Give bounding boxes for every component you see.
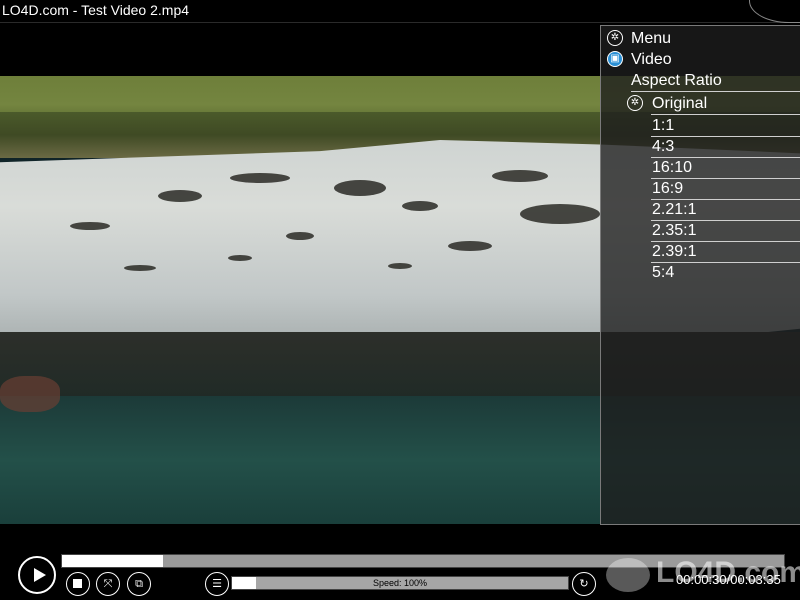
video-rocks: [0, 376, 60, 412]
seek-bar-progress: [62, 555, 164, 567]
aspect-option-label: 16:10: [652, 159, 693, 176]
aspect-option-label: 2.21:1: [652, 201, 697, 218]
aspect-option-label: 5:4: [652, 264, 675, 281]
replay-icon: ↻: [579, 577, 589, 590]
title-swoosh: [749, 0, 800, 23]
watermark-text: LO4D.com: [656, 556, 800, 589]
gear-icon: ✲: [607, 30, 623, 46]
aspect-option-2-35-1[interactable]: 2.35:1: [652, 220, 696, 241]
camera-icon: ▣: [607, 51, 623, 67]
aspect-option-label: Original: [652, 95, 708, 112]
selected-gear-icon: ✲: [627, 95, 643, 111]
screenshot-icon: ⧉: [135, 577, 143, 590]
stop-button[interactable]: [66, 572, 90, 596]
menu-separator: [631, 91, 800, 92]
watermark-globe-icon: [606, 558, 650, 592]
aspect-option-5-4[interactable]: 5:4: [652, 262, 674, 283]
equalizer-icon: ☰: [212, 577, 222, 590]
aspect-option-16-9[interactable]: 16:9: [652, 178, 683, 199]
aspect-option-label: 4:3: [652, 138, 675, 155]
aspect-option-2-21-1[interactable]: 2.21:1: [652, 199, 696, 220]
aspect-option-4-3[interactable]: 4:3: [652, 136, 674, 157]
replay-button[interactable]: ↻: [572, 572, 596, 596]
play-button[interactable]: [18, 556, 56, 594]
aspect-option-16-10[interactable]: 16:10: [652, 157, 692, 178]
aspect-option-label: 1:1: [652, 117, 675, 134]
speed-label: Speed: 100%: [372, 578, 428, 588]
stop-icon: [73, 579, 82, 588]
menu-item-aspect-ratio-label: Aspect Ratio: [631, 72, 722, 89]
screenshot-button[interactable]: ⧉: [127, 572, 151, 596]
title-bar: LO4D.com - Test Video 2.mp4: [0, 0, 800, 23]
aspect-option-label: 2.35:1: [652, 222, 697, 239]
window-title: LO4D.com - Test Video 2.mp4: [2, 2, 190, 18]
aspect-option-1-1[interactable]: 1:1: [652, 115, 674, 136]
equalizer-button[interactable]: ☰: [205, 572, 229, 596]
fullscreen-button[interactable]: ⤧: [96, 572, 120, 596]
menu-header-label: Menu: [631, 30, 672, 47]
aspect-option-2-39-1[interactable]: 2.39:1: [652, 241, 696, 262]
menu-item-aspect-ratio[interactable]: Aspect Ratio: [631, 70, 722, 91]
speed-slider[interactable]: Speed: 100%: [231, 576, 569, 590]
context-menu-panel: ✲ Menu ▣ Video Aspect Ratio ✲ Original 1…: [600, 25, 800, 525]
fullscreen-icon: ⤧: [103, 577, 113, 590]
aspect-option-label: 16:9: [652, 180, 684, 197]
aspect-option-label: 2.39:1: [652, 243, 697, 260]
menu-item-video-label: Video: [631, 51, 672, 68]
